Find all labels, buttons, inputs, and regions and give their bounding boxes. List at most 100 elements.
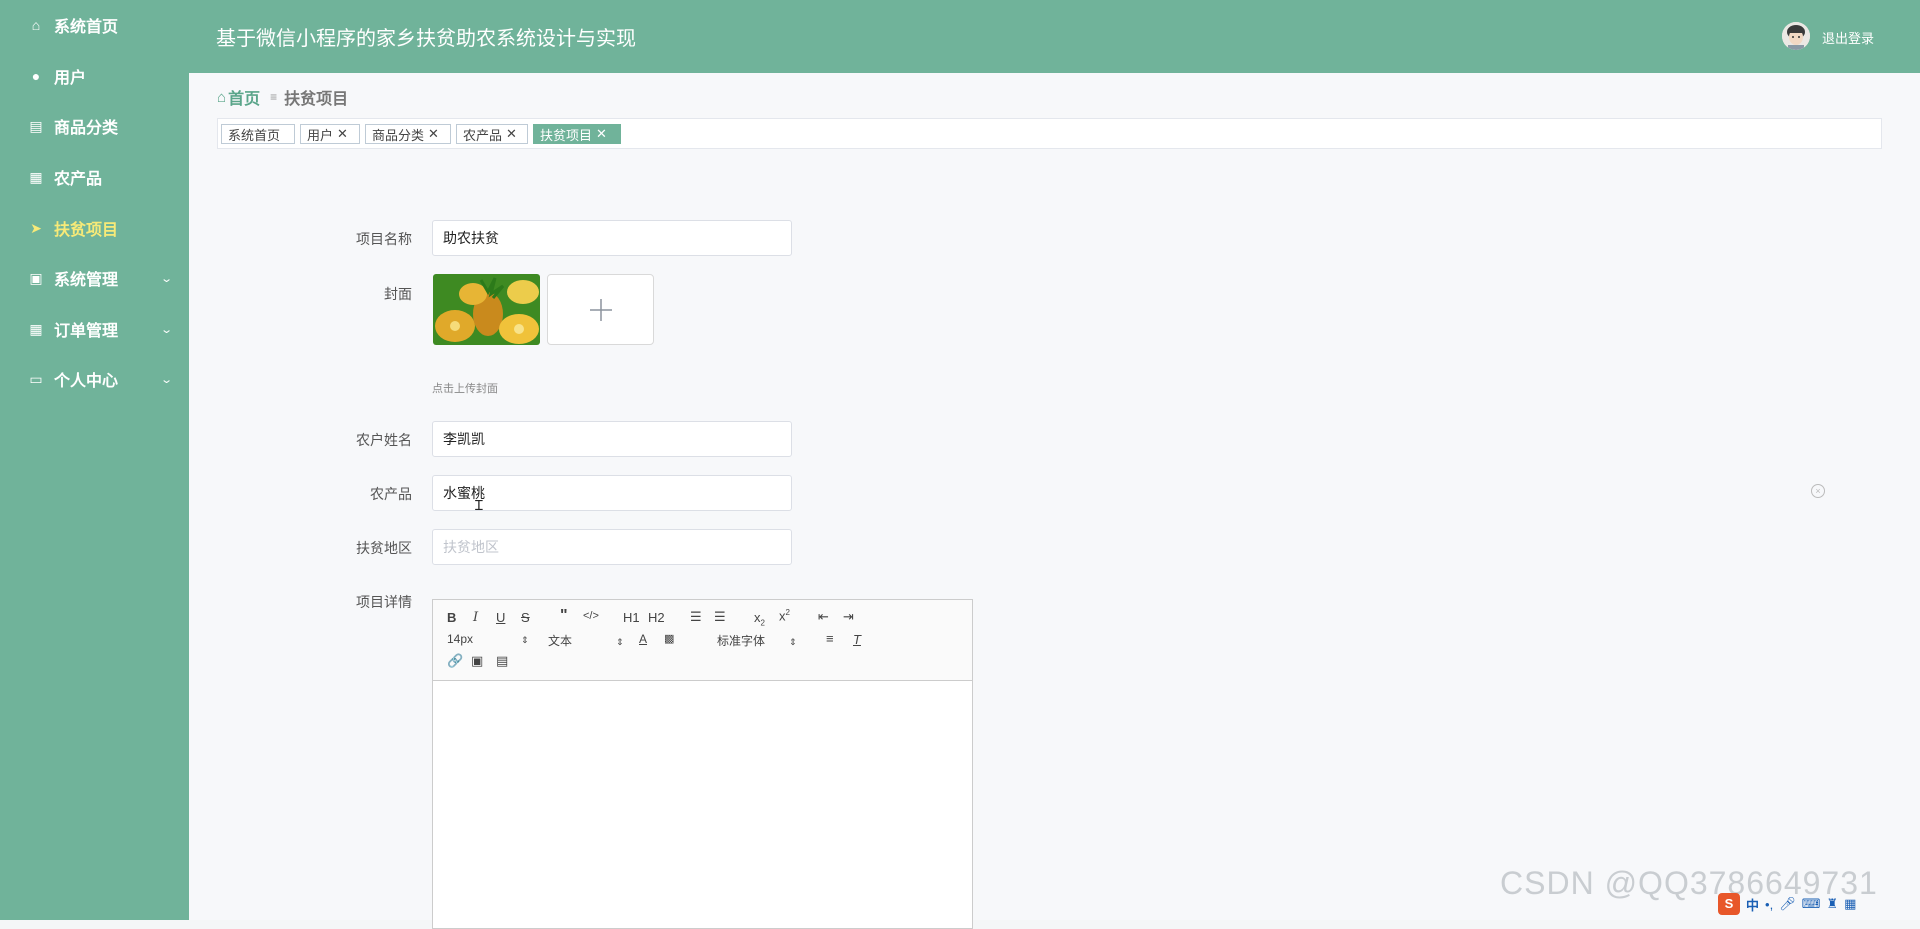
upload-cover-button[interactable] (547, 274, 654, 345)
tag-label: 用户 (307, 127, 334, 143)
sidebar-item-system[interactable]: ▣ 系统管理 ⌄ (0, 253, 189, 303)
avatar[interactable] (1782, 22, 1810, 50)
sidebar-item-home[interactable]: ⌂ 系统首页 (0, 0, 189, 50)
microphone-icon[interactable]: 🎤︎ (1779, 896, 1796, 912)
keyboard-icon[interactable]: ⌨ (1802, 896, 1821, 912)
farmer-name-input[interactable] (432, 421, 792, 457)
sidebar-item-projects[interactable]: ➤ 扶贫项目 (0, 203, 189, 253)
ime-lang[interactable]: 中 (1746, 895, 1759, 914)
close-icon[interactable]: ✕ (428, 126, 439, 142)
breadcrumb-home-label: 首页 (228, 91, 261, 108)
cover-label: 封面 (384, 286, 412, 302)
italic-icon[interactable]: I (473, 610, 478, 625)
bullet-list-icon[interactable]: ☰ (714, 609, 726, 625)
h1-icon[interactable]: H1 (623, 610, 640, 625)
clear-icon[interactable]: × (1811, 484, 1825, 498)
background-color-icon[interactable]: ▩ (664, 632, 674, 645)
sidebar-item-label: 个人中心 (54, 373, 119, 390)
select-arrows-icon: ⇕ (616, 637, 624, 647)
product-label: 农产品 (370, 486, 412, 502)
farmer-name-label: 农户姓名 (356, 432, 412, 448)
font-size-select[interactable]: 14px ⇕ (447, 632, 529, 646)
align-icon[interactable]: ≡ (826, 631, 834, 646)
sogou-logo-icon[interactable]: S (1718, 893, 1740, 915)
sidebar-item-label: 订单管理 (54, 323, 119, 340)
sidebar-item-label: 系统首页 (54, 19, 119, 36)
sidebar: ⌂ 系统首页 ● 用户 ▤ 商品分类 ▦ 农产品 ➤ 扶贫项目 ▣ 系统管理 ⌄… (0, 0, 189, 920)
upload-hint: 点击上传封面 (432, 383, 498, 395)
clear-format-icon[interactable]: T (853, 632, 861, 647)
editor-toolbar: B I U S " </> H1 H2 ☰ ☰ x2 x2 ⇤ ⇥ 14px ⇕ … (433, 600, 972, 681)
tag-users[interactable]: 用户 ✕ (300, 124, 360, 144)
region-label: 扶贫地区 (356, 540, 412, 556)
sidebar-item-label: 系统管理 (54, 272, 119, 289)
sidebar-item-categories[interactable]: ▤ 商品分类 (0, 101, 189, 151)
region-input[interactable] (432, 529, 792, 565)
select-arrows-icon: ⇕ (521, 635, 529, 645)
shirt-icon[interactable]: ♜ (1826, 896, 1838, 912)
strike-icon[interactable]: S (521, 610, 530, 625)
tag-products[interactable]: 农产品 ✕ (456, 124, 528, 144)
home-icon: ⌂ (217, 88, 227, 106)
sidebar-item-label: 商品分类 (54, 120, 119, 137)
close-icon[interactable]: ✕ (596, 126, 607, 142)
link-icon[interactable]: 🔗 (447, 653, 463, 669)
send-icon: ➤ (30, 219, 42, 236)
tag-projects[interactable]: 扶贫项目 ✕ (533, 124, 621, 144)
tag-home[interactable]: 系统首页 (221, 124, 295, 144)
tags-bar: 系统首页 用户 ✕ 商品分类 ✕ 农产品 ✕ 扶贫项目 ✕ (217, 118, 1882, 149)
grid-icon[interactable]: ▦ (1844, 896, 1856, 912)
grid-icon: ▦ (29, 320, 43, 337)
tag-categories[interactable]: 商品分类 ✕ (365, 124, 451, 144)
h2-icon[interactable]: H2 (648, 610, 665, 625)
card-icon: ▭ (29, 370, 43, 387)
indent-icon[interactable]: ⇥ (843, 609, 854, 625)
bold-icon[interactable]: B (447, 610, 456, 625)
ordered-list-icon[interactable]: ☰ (690, 609, 702, 625)
superscript-icon[interactable]: x2 (779, 608, 790, 623)
cover-image[interactable] (433, 274, 540, 345)
plus-icon (589, 298, 612, 321)
image-icon[interactable]: ▣ (471, 653, 483, 669)
sidebar-item-label: 扶贫项目 (54, 222, 119, 239)
breadcrumb-home[interactable]: ⌂ 首页 (217, 85, 260, 109)
app-title: 基于微信小程序的家乡扶贫助农系统设计与实现 (216, 26, 636, 50)
outdent-icon[interactable]: ⇤ (818, 609, 829, 625)
details-label: 项目详情 (356, 594, 412, 610)
chevron-down-icon: ⌄ (159, 323, 173, 336)
sidebar-item-profile[interactable]: ▭ 个人中心 ⌄ (0, 354, 189, 404)
font-family-value: 标准字体 (717, 634, 766, 648)
text-type-value: 文本 (548, 634, 573, 648)
sidebar-item-orders[interactable]: ▦ 订单管理 ⌄ (0, 304, 189, 354)
chevron-down-icon: ⌄ (159, 373, 173, 386)
font-family-select[interactable]: 标准字体 ⇕ (717, 632, 797, 649)
home-icon: ⌂ (31, 17, 41, 33)
quote-icon[interactable]: " (560, 607, 568, 625)
project-name-input[interactable] (432, 220, 792, 256)
breadcrumb-separator: ≡ (270, 90, 278, 104)
sidebar-item-label: 农产品 (54, 171, 103, 188)
sidebar-item-label: 用户 (54, 70, 87, 87)
logout-button[interactable]: 退出登录 (1822, 28, 1874, 47)
video-icon[interactable]: ▤ (496, 653, 508, 669)
punctuation-icon[interactable]: •, (1765, 897, 1773, 912)
tag-label: 商品分类 (372, 127, 425, 143)
project-name-label: 项目名称 (356, 231, 412, 247)
tag-label: 农产品 (463, 127, 503, 143)
text-color-icon[interactable]: A (639, 632, 647, 646)
sidebar-item-products[interactable]: ▦ 农产品 (0, 152, 189, 202)
sidebar-item-users[interactable]: ● 用户 (0, 51, 189, 101)
main-content: ⌂ 首页 ≡ 扶贫项目 系统首页 用户 ✕ 商品分类 ✕ 农产品 ✕ 扶贫项目 … (189, 73, 1920, 929)
text-type-select[interactable]: 文本 ⇕ (548, 632, 624, 649)
subscript-icon[interactable]: x2 (754, 610, 765, 628)
code-icon[interactable]: </> (583, 610, 599, 622)
ime-toolbar: S 中 •, 🎤︎ ⌨ ♜ ▦ (1718, 892, 1916, 916)
clipboard-icon: ▣ (29, 269, 43, 286)
breadcrumb-current: 扶贫项目 (284, 91, 349, 108)
close-icon[interactable]: ✕ (506, 126, 517, 142)
breadcrumb: ⌂ 首页 ≡ 扶贫项目 (217, 85, 348, 109)
tag-label: 系统首页 (228, 127, 281, 143)
underline-icon[interactable]: U (496, 610, 505, 625)
close-icon[interactable]: ✕ (337, 126, 348, 142)
product-input[interactable] (432, 475, 792, 511)
